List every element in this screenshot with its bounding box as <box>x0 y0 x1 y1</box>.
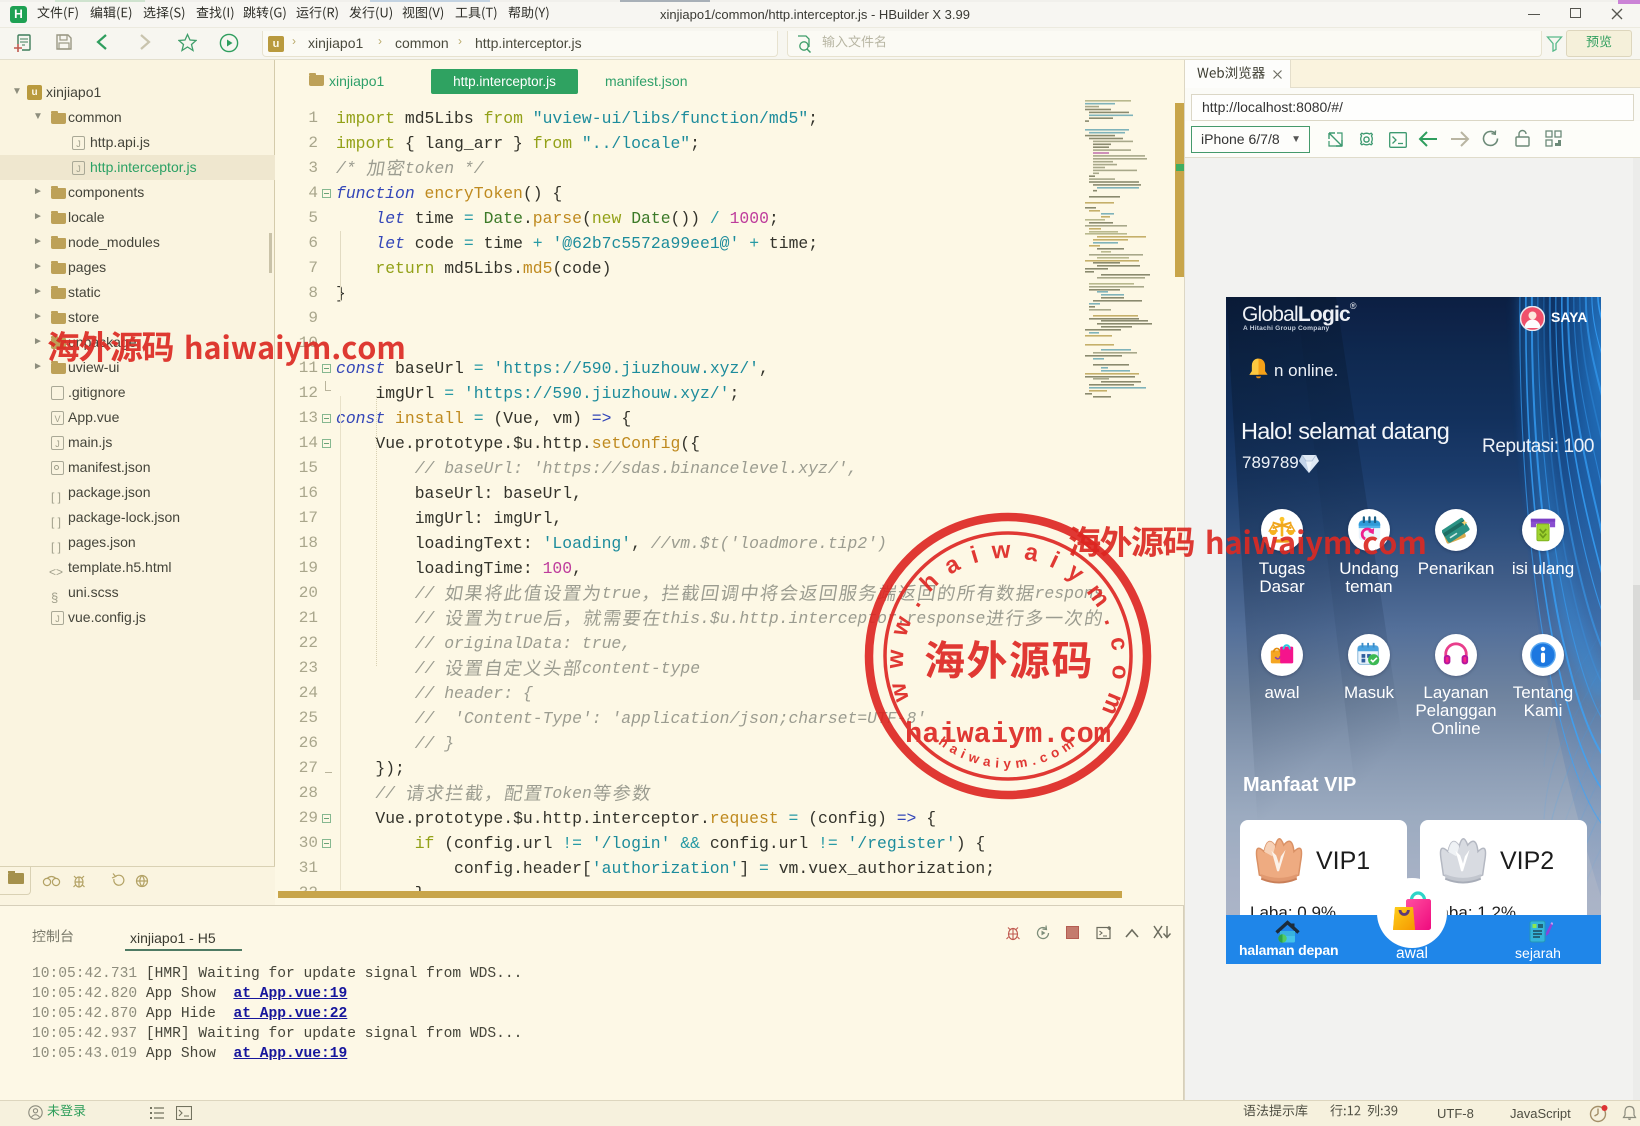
svg-text:haiwaiym.com: haiwaiym.com <box>905 718 1111 751</box>
svg-text:w w w . h a i w a i y m . c o: w w w . h a i w a i y m . c o m <box>882 536 1135 721</box>
